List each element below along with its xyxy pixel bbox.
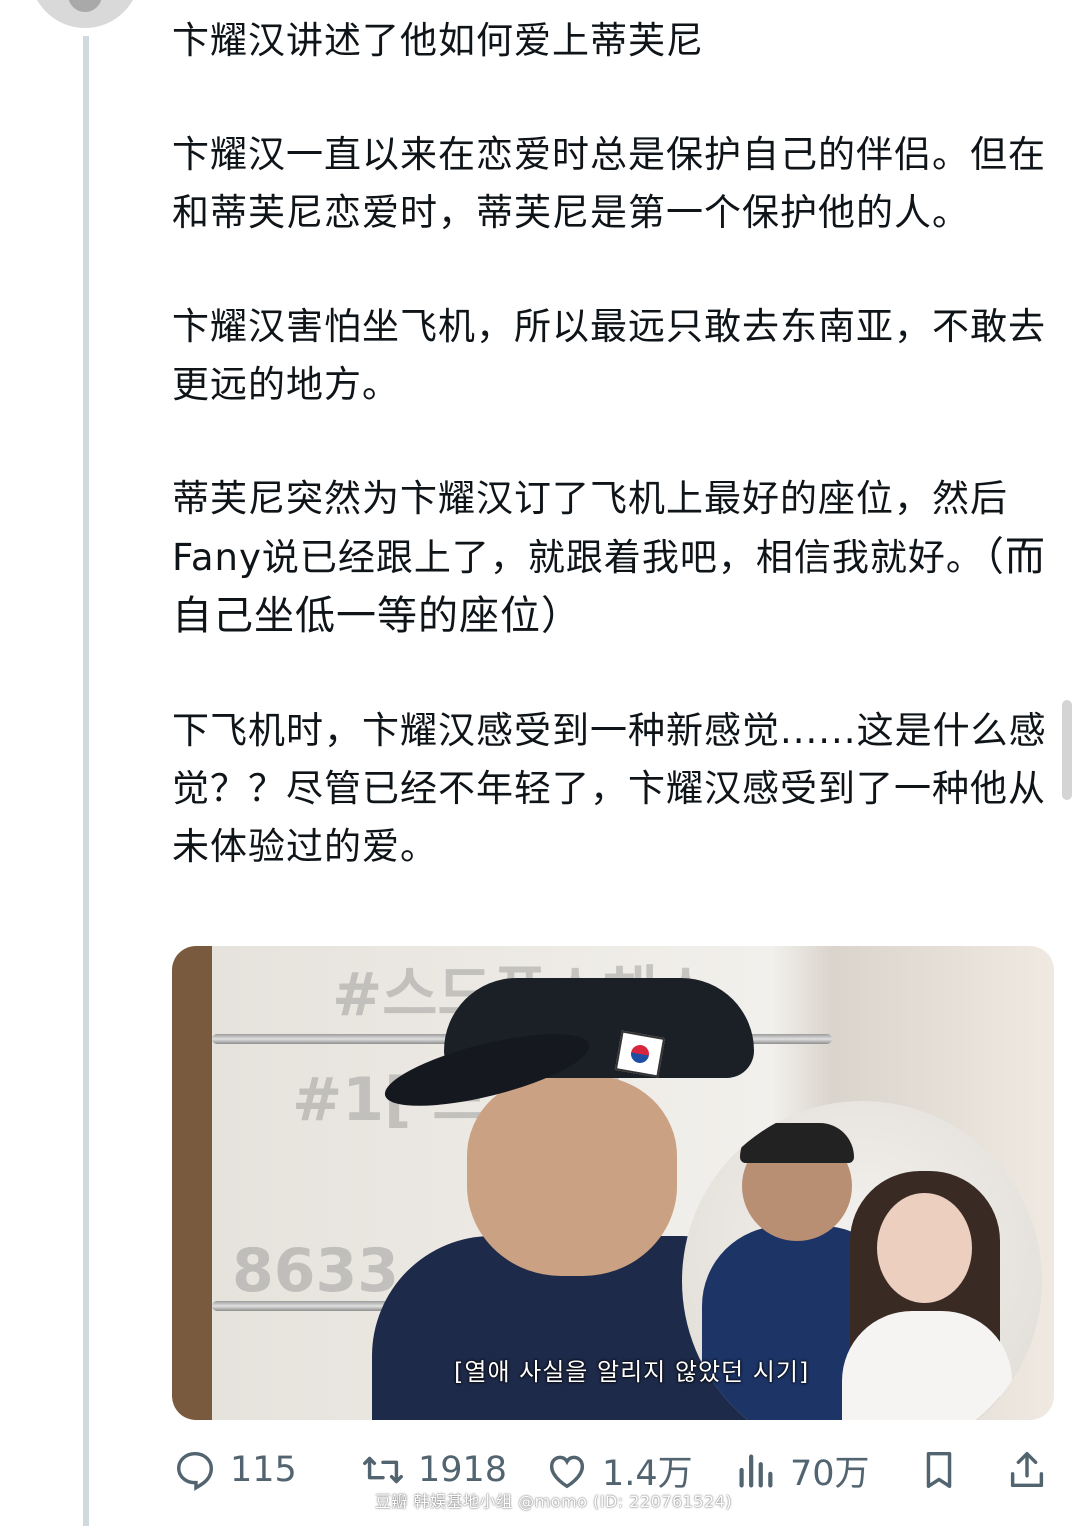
reply-button[interactable]: 115 <box>172 1440 297 1500</box>
post-paragraph-text: 蒂芙尼突然为卞耀汉订了飞机上最好的座位，然后Fany说已经跟上了，就跟着我吧，相… <box>172 477 1008 579</box>
inset-person-hair <box>740 1123 854 1163</box>
bookmark-button[interactable] <box>916 1440 962 1500</box>
reply-count: 115 <box>230 1450 297 1490</box>
post-paragraph: 下飞机时，卞耀汉感受到一种新感觉......这是什么感觉？？尽管已经不年轻了，卞… <box>172 709 1047 868</box>
face <box>467 1076 677 1276</box>
avatar[interactable] <box>30 0 140 28</box>
share-button[interactable] <box>1004 1440 1050 1500</box>
post-media-image[interactable]: #스드폰스해소 #1[ 드]배점 8633 [열애 사실을 알리지 않았던 시기… <box>172 946 1054 1420</box>
views-icon <box>739 1454 773 1488</box>
inset-person-face <box>877 1193 972 1303</box>
flag-patch-icon <box>614 1030 666 1078</box>
retweet-icon <box>363 1456 403 1484</box>
post-paragraph: 蒂芙尼突然为卞耀汉订了飞机上最好的座位，然后Fany说已经跟上了，就跟着我吧，相… <box>172 470 1052 646</box>
post-paragraph: 卞耀汉害怕坐飞机，所以最远只敢去东南亚，不敢去更远的地方。 <box>172 305 1046 406</box>
views-button[interactable]: 70万 <box>732 1440 870 1500</box>
post-paragraph: 卞耀汉一直以来在恋爱时总是保护自己的伴侣。但在和蒂芙尼恋爱时，蒂芙尼是第一个保护… <box>172 133 1046 234</box>
bookmark-icon <box>926 1451 952 1489</box>
background-sign-number: 8633 <box>232 1236 399 1306</box>
watermark: 豆瓣 韩娱基地小组 @momo (ID: 220761524) <box>375 1492 733 1511</box>
reply-icon <box>176 1451 214 1491</box>
video-subtitle: [열애 사실을 알리지 않았던 시기] <box>454 1358 810 1386</box>
share-icon <box>1010 1451 1044 1488</box>
scrollbar[interactable] <box>1062 700 1072 800</box>
post-paragraph-title: 卞耀汉讲述了他如何爱上蒂芙尼 <box>172 19 704 62</box>
inset-person-body <box>842 1311 1012 1420</box>
retweet-count: 1918 <box>418 1450 508 1490</box>
thread-line <box>83 36 89 1526</box>
like-icon <box>549 1455 585 1489</box>
post-text: 卞耀汉讲述了他如何爱上蒂芙尼 卞耀汉一直以来在恋爱时总是保护自己的伴侣。但在和蒂… <box>172 12 1052 876</box>
views-count: 70万 <box>790 1453 870 1494</box>
